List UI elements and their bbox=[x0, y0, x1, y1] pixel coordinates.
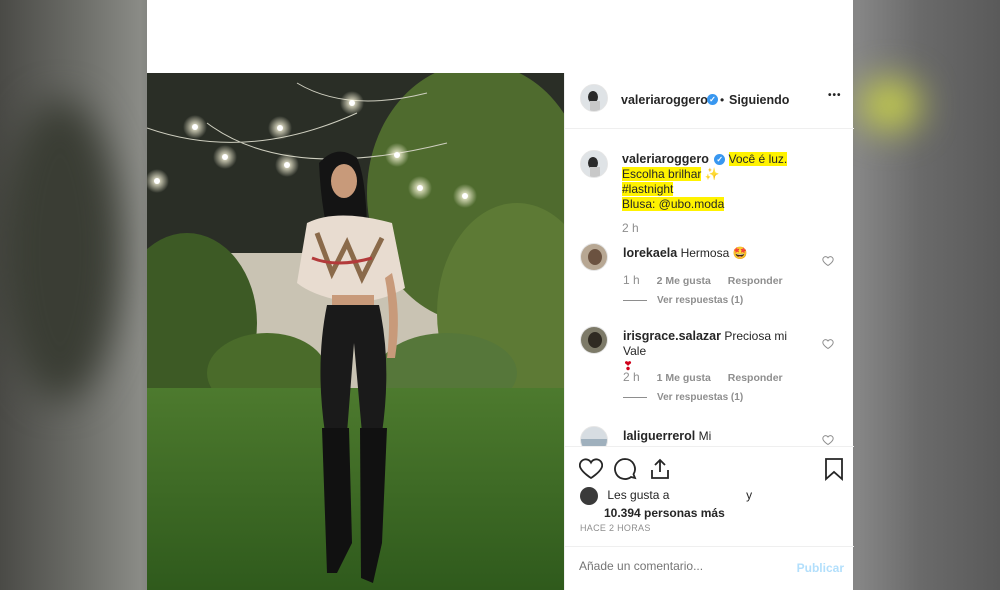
reply-button[interactable]: Responder bbox=[728, 372, 783, 384]
liker-avatar[interactable] bbox=[580, 487, 598, 505]
avatar[interactable] bbox=[580, 84, 608, 112]
replies-divider bbox=[623, 396, 647, 398]
caption-hashtag[interactable]: #lastnight bbox=[622, 182, 674, 196]
comment-text: Hermosa bbox=[680, 246, 730, 260]
share-icon[interactable] bbox=[648, 457, 672, 481]
comment-item: lorekaela Hermosa 🤩 1 h 2 Me gusta Respo… bbox=[565, 243, 854, 323]
verified-badge-icon: ✓ bbox=[707, 94, 718, 105]
post-image[interactable] bbox=[147, 73, 564, 590]
caption-line-2: Escolha brilhar bbox=[622, 167, 702, 181]
comment-item: irisgrace.salazar Preciosa mi Vale ❣ 2 h… bbox=[565, 326, 854, 406]
caption-avatar[interactable] bbox=[580, 150, 608, 178]
caption-time[interactable]: 2 h bbox=[622, 221, 842, 235]
bookmark-icon[interactable] bbox=[824, 457, 844, 481]
comment-avatar[interactable] bbox=[580, 326, 608, 354]
like-comment-heart-icon[interactable] bbox=[822, 434, 834, 446]
view-replies-button[interactable]: Ver respuestas (1) bbox=[623, 392, 743, 403]
comment-likes[interactable]: 2 Me gusta bbox=[657, 275, 711, 287]
comment-time[interactable]: 1 h bbox=[623, 273, 640, 287]
comment-emoji: 🤩 bbox=[732, 246, 748, 260]
follow-status-button[interactable]: Siguiendo bbox=[729, 93, 789, 107]
comment-avatar[interactable] bbox=[580, 243, 608, 271]
background-blur-blob bbox=[860, 80, 920, 130]
comment-username[interactable]: irisgrace.salazar bbox=[623, 329, 721, 343]
caption-line-4: Blusa: @ubo.moda bbox=[622, 197, 725, 211]
view-replies-button[interactable]: Ver respuestas (1) bbox=[623, 295, 743, 306]
publish-button[interactable]: Publicar bbox=[797, 561, 844, 575]
likes-count[interactable]: 10.394 personas más bbox=[604, 506, 840, 520]
verified-badge-icon: ✓ bbox=[714, 154, 726, 166]
background-blur-blob bbox=[0, 100, 120, 400]
post-header: valeriaroggero ✓ • Siguiendo ••• bbox=[565, 73, 854, 129]
post-timestamp[interactable]: HACE 2 HORAS bbox=[580, 523, 651, 533]
caption-username[interactable]: valeriaroggero bbox=[622, 152, 709, 166]
comments-scroll-area[interactable]: valeriaroggero ✓ Você é luz. Escolha bri… bbox=[565, 130, 854, 446]
likes-prefix: Les gusta a bbox=[607, 488, 670, 503]
comment-username[interactable]: lorekaela bbox=[623, 246, 677, 260]
comment-time[interactable]: 2 h bbox=[623, 370, 640, 384]
like-comment-heart-icon[interactable] bbox=[822, 338, 834, 350]
comment-likes[interactable]: 1 Me gusta bbox=[657, 372, 711, 384]
post-actions: Les gusta a y 10.394 personas más bbox=[565, 446, 854, 520]
comment-avatar[interactable] bbox=[580, 426, 608, 446]
likes-summary: Les gusta a y 10.394 personas más bbox=[580, 487, 840, 520]
caption-line-1: Você é luz. bbox=[728, 152, 788, 166]
reply-button[interactable]: Responder bbox=[728, 275, 783, 287]
add-comment-bar: Publicar bbox=[565, 546, 854, 590]
sparkles-emoji: ✨ bbox=[704, 167, 720, 181]
likes-conjunction: y bbox=[746, 488, 753, 503]
feed-background bbox=[147, 0, 853, 73]
add-comment-input[interactable] bbox=[579, 559, 779, 573]
comment-text: Mi bbox=[698, 429, 712, 443]
post-username[interactable]: valeriaroggero bbox=[621, 93, 708, 107]
replies-divider bbox=[623, 299, 647, 301]
like-heart-icon[interactable] bbox=[579, 458, 603, 480]
post-details-panel: valeriaroggero ✓ • Siguiendo ••• valeria… bbox=[564, 73, 854, 590]
comment-username[interactable]: laliguerrerol bbox=[623, 429, 695, 443]
comment-bubble-icon[interactable] bbox=[613, 457, 637, 481]
caption-block: valeriaroggero ✓ Você é luz. Escolha bri… bbox=[622, 152, 842, 235]
like-comment-heart-icon[interactable] bbox=[822, 255, 834, 267]
comment-item: laliguerrerol Mi bbox=[565, 426, 854, 446]
more-options-icon[interactable]: ••• bbox=[828, 90, 842, 101]
header-separator: • bbox=[720, 93, 725, 107]
